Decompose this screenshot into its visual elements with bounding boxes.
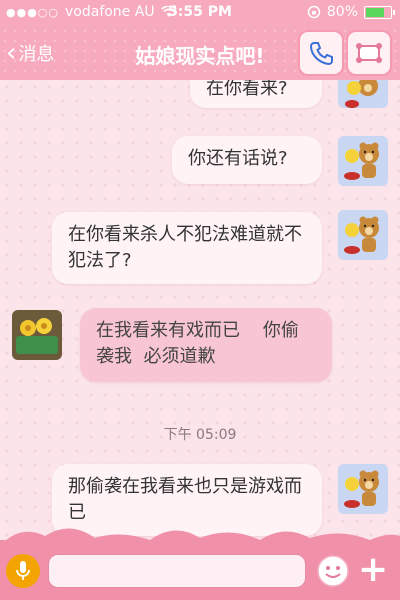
my-avatar[interactable] — [338, 464, 388, 514]
add-attachment-button[interactable]: + — [358, 552, 388, 588]
profile-button[interactable] — [346, 30, 392, 76]
message-text: 在你看来杀人不犯法难道就不犯法了? — [68, 224, 302, 271]
chat-area[interactable]: 在你看来? 你还有话说? 在你看来杀人不犯法难道就不犯法了? 在我看来有戏而已 … — [0, 80, 400, 540]
message-bubble-outgoing[interactable]: 在你看来杀人不犯法难道就不犯法了? — [52, 212, 322, 284]
message-text: 在我看来有戏而已 你偷袭我 必须道歉 — [96, 320, 299, 367]
phone-icon — [309, 42, 333, 66]
voice-button[interactable] — [6, 554, 40, 588]
bear-avatar-icon — [338, 136, 388, 186]
flower-avatar-icon — [12, 310, 62, 360]
bear-avatar-icon — [338, 464, 388, 514]
call-button[interactable] — [298, 30, 344, 76]
message-bubble-outgoing[interactable]: 你还有话说? — [172, 136, 322, 184]
input-bar: + — [0, 528, 400, 600]
message-bubble-incoming[interactable]: 在我看来有戏而已 你偷袭我 必须道歉 — [80, 308, 332, 382]
my-avatar[interactable] — [338, 136, 388, 186]
contact-avatar[interactable] — [12, 310, 62, 360]
message-text: 你还有话说? — [188, 148, 288, 169]
battery-icon — [364, 5, 395, 19]
rotation-lock-icon — [307, 5, 321, 19]
my-avatar[interactable] — [338, 210, 388, 260]
message-timestamp: 下午 05:09 — [163, 427, 237, 443]
battery-fill — [366, 7, 384, 17]
battery-percent: 80% — [326, 4, 358, 20]
profile-icon — [356, 43, 382, 63]
cloud-decoration — [0, 528, 400, 546]
message-bubble-outgoing[interactable]: 在你看来? — [190, 80, 322, 108]
status-bar: ●●●○○ vodafone AU 5:55 PM 80% — [0, 0, 400, 26]
emoji-icon[interactable] — [316, 554, 350, 588]
mic-icon — [16, 561, 30, 580]
nav-bar: ‹ 消息 姑娘现实点吧! — [0, 26, 400, 82]
message-input[interactable] — [48, 554, 306, 588]
my-avatar[interactable] — [338, 80, 388, 108]
bear-avatar-icon — [338, 210, 388, 260]
message-text: 在你看来? — [206, 80, 288, 99]
bear-avatar-icon — [338, 80, 388, 108]
